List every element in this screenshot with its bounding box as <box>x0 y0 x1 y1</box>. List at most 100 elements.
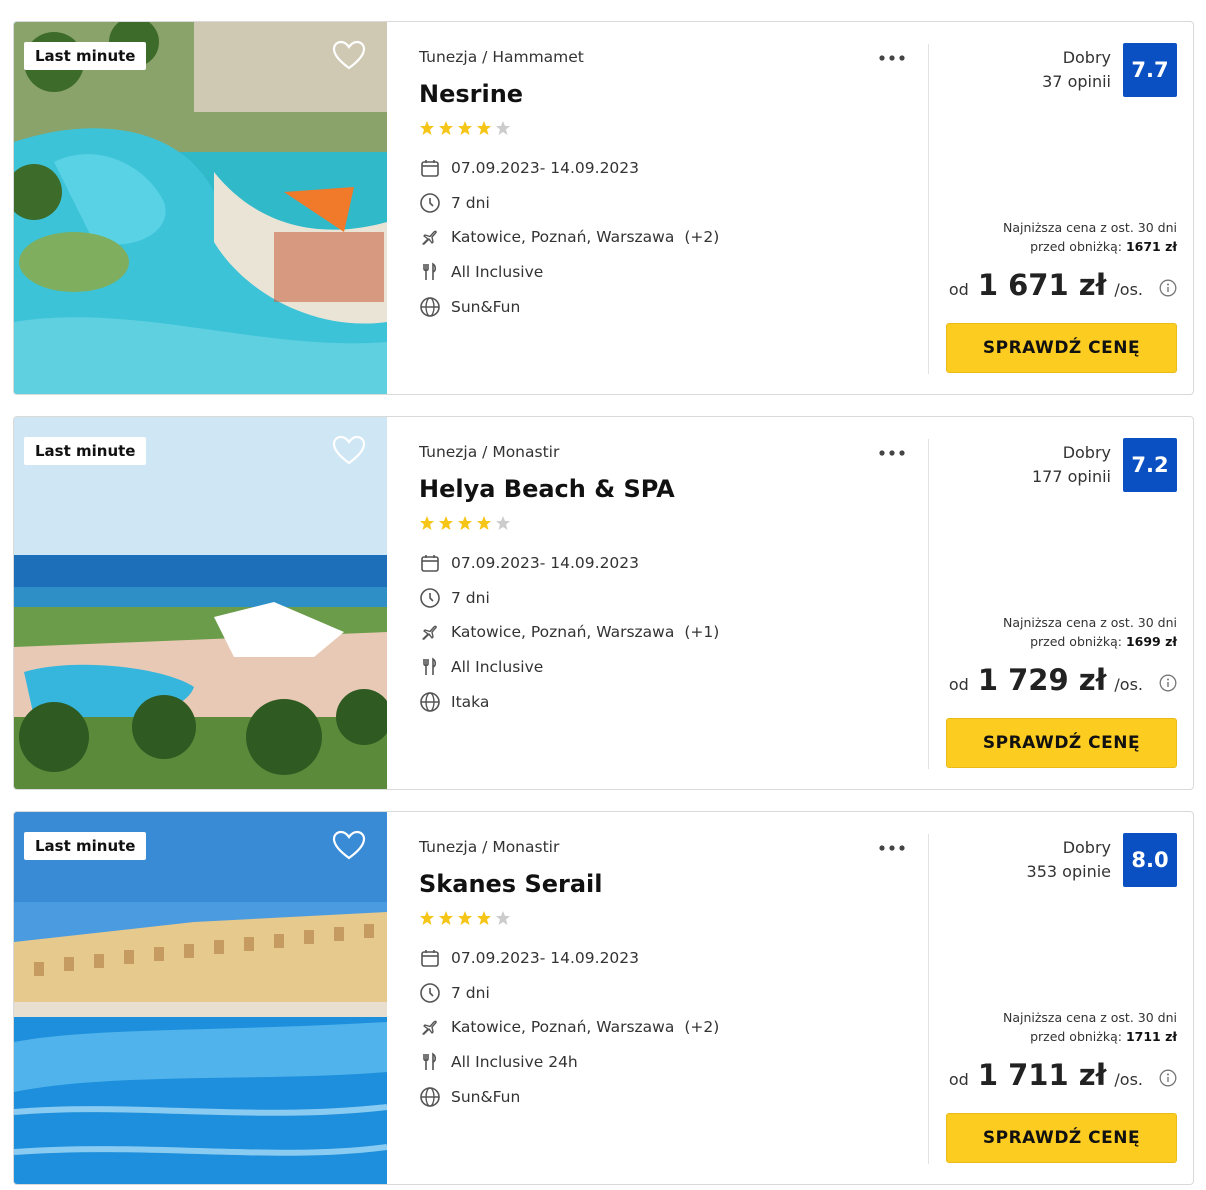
star-icon <box>477 516 491 530</box>
lowest-price-label: Najniższa cena z ost. 30 dni <box>1002 1010 1177 1025</box>
price-suffix: /os. <box>1114 1070 1143 1089</box>
plane-icon <box>419 621 441 643</box>
hotel-photo[interactable]: Last minute <box>14 417 387 789</box>
divider <box>928 834 929 1164</box>
check-price-button[interactable]: SPRAWDŹ CENĘ <box>946 323 1177 373</box>
star-icon <box>439 121 453 135</box>
star-icon <box>496 911 510 925</box>
airports-row: Katowice, Poznań, Warszawa (+2) <box>419 1016 719 1038</box>
plane-icon <box>419 226 441 248</box>
plane-icon <box>419 1016 441 1038</box>
clock-icon <box>419 192 441 214</box>
cutlery-icon <box>419 1051 441 1073</box>
star-icon <box>458 121 472 135</box>
hotel-photo[interactable]: Last minute <box>14 22 387 394</box>
duration-row: 7 dni <box>419 192 490 214</box>
divider <box>928 439 929 769</box>
hotel-photo[interactable]: Last minute <box>14 812 387 1184</box>
calendar-icon <box>419 157 441 179</box>
duration-row: 7 dni <box>419 587 490 609</box>
lowest-price-prefix: przed obniżką: <box>1030 1029 1122 1044</box>
check-price-button[interactable]: SPRAWDŹ CENĘ <box>946 718 1177 768</box>
airports-more[interactable]: (+1) <box>684 623 719 641</box>
duration-row: 7 dni <box>419 982 490 1004</box>
rating-summary: Dobry 177 opinii <box>1032 441 1111 489</box>
rating-score: 7.2 <box>1123 438 1177 492</box>
board-row: All Inclusive 24h <box>419 1051 578 1073</box>
heart-icon[interactable] <box>332 40 366 72</box>
price-suffix: /os. <box>1114 280 1143 299</box>
star-icon <box>477 121 491 135</box>
info-icon[interactable] <box>1159 674 1177 692</box>
price-row: od 1 711 zł /os. <box>949 1058 1177 1092</box>
rating-label: Dobry <box>1062 838 1111 857</box>
lowest-price-note: Najniższa cena z ost. 30 dni przed obniż… <box>1003 218 1177 256</box>
operator-text: Sun&Fun <box>451 298 521 316</box>
dates-row: 07.09.2023- 14.09.2023 <box>419 552 639 574</box>
heart-icon[interactable] <box>332 830 366 862</box>
duration-text: 7 dni <box>451 984 490 1002</box>
dates-text: 07.09.2023- 14.09.2023 <box>451 949 640 967</box>
lowest-price-label: Najniższa cena z ost. 30 dni <box>1002 615 1177 630</box>
offer-card[interactable]: Last minute Tunezja / Monastir Helya Bea… <box>13 416 1194 790</box>
airports-more[interactable]: (+2) <box>684 1018 719 1036</box>
heart-icon[interactable] <box>332 435 366 467</box>
hotel-photo-resort <box>14 812 387 1184</box>
board-text: All Inclusive <box>451 263 544 281</box>
price-row: od 1 729 zł /os. <box>949 663 1177 697</box>
lowest-price-value: 1671 zł <box>1125 239 1177 254</box>
board-row: All Inclusive <box>419 261 543 283</box>
star-icon <box>439 516 453 530</box>
star-icon <box>420 516 434 530</box>
review-count[interactable]: 353 opinie <box>1027 860 1111 884</box>
star-icon <box>420 911 434 925</box>
lowest-price-prefix: przed obniżką: <box>1030 634 1122 649</box>
star-icon <box>420 121 434 135</box>
star-icon <box>496 516 510 530</box>
review-count[interactable]: 37 opinii <box>1042 70 1111 94</box>
board-text: All Inclusive <box>451 658 544 676</box>
clock-icon <box>419 982 441 1004</box>
hotel-name[interactable]: Helya Beach & SPA <box>419 475 675 503</box>
offer-card[interactable]: Last minute Tunezja / Hammamet Nesrine 0… <box>13 21 1194 395</box>
review-count[interactable]: 177 opinii <box>1032 465 1111 489</box>
operator-row: Sun&Fun <box>419 1086 520 1108</box>
more-dots-icon[interactable] <box>877 50 907 66</box>
last-minute-badge: Last minute <box>24 437 147 465</box>
airports-row: Katowice, Poznań, Warszawa (+1) <box>419 621 719 643</box>
duration-text: 7 dni <box>451 589 490 607</box>
offer-details: Tunezja / Hammamet Nesrine 07.09.2023- 1… <box>419 22 919 394</box>
divider <box>928 44 929 374</box>
offer-details: Tunezja / Monastir Skanes Serail 07.09.2… <box>419 812 919 1184</box>
operator-row: Itaka <box>419 691 489 713</box>
operator-text: Sun&Fun <box>451 1088 521 1106</box>
check-price-button[interactable]: SPRAWDŹ CENĘ <box>946 1113 1177 1163</box>
more-dots-icon[interactable] <box>877 840 907 856</box>
offer-card[interactable]: Last minute Tunezja / Monastir Skanes Se… <box>13 811 1194 1185</box>
info-icon[interactable] <box>1159 1069 1177 1087</box>
offer-details: Tunezja / Monastir Helya Beach & SPA 07.… <box>419 417 919 789</box>
clock-icon <box>419 587 441 609</box>
airports-text: Katowice, Poznań, Warszawa <box>451 623 675 641</box>
more-dots-icon[interactable] <box>877 445 907 461</box>
price-prefix: od <box>948 1070 969 1089</box>
hotel-name[interactable]: Skanes Serail <box>419 870 603 898</box>
price-row: od 1 671 zł /os. <box>949 268 1177 302</box>
airports-more[interactable]: (+2) <box>684 228 719 246</box>
dates-row: 07.09.2023- 14.09.2023 <box>419 157 639 179</box>
lowest-price-prefix: przed obniżką: <box>1030 239 1122 254</box>
info-icon[interactable] <box>1159 279 1177 297</box>
location: Tunezja / Monastir <box>419 443 560 461</box>
cutlery-icon <box>419 261 441 283</box>
hotel-name[interactable]: Nesrine <box>419 80 523 108</box>
board-text: All Inclusive 24h <box>451 1053 578 1071</box>
last-minute-badge: Last minute <box>24 832 147 860</box>
star-icon <box>458 911 472 925</box>
duration-text: 7 dni <box>451 194 490 212</box>
dates-text: 07.09.2023- 14.09.2023 <box>451 554 640 572</box>
price-value: 1 711 zł <box>977 1058 1107 1092</box>
dates-text: 07.09.2023- 14.09.2023 <box>451 159 640 177</box>
star-icon <box>496 121 510 135</box>
price-suffix: /os. <box>1114 675 1143 694</box>
airports-text: Katowice, Poznań, Warszawa <box>451 1018 675 1036</box>
